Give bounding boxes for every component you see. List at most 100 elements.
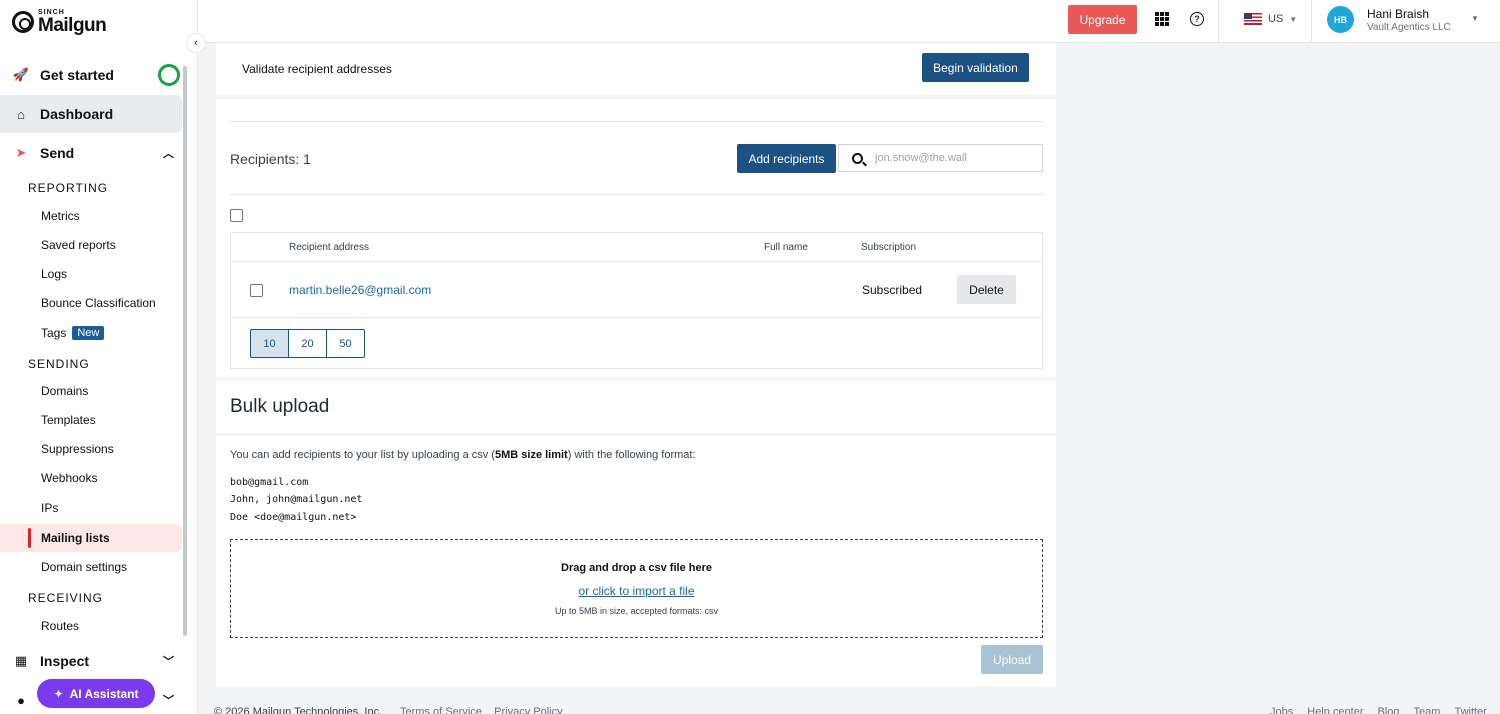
- top-header: Upgrade ? US ▼ HB Hani Braish Vault Agen…: [198, 0, 1500, 43]
- upgrade-button[interactable]: Upgrade: [1068, 5, 1137, 34]
- format-example: bob@gmail.com: [230, 477, 309, 488]
- sidebar-item-send[interactable]: ➤ Send ︿: [0, 134, 182, 172]
- divider: [230, 121, 1043, 122]
- page-size-selector: 10 20 50: [250, 329, 365, 358]
- ai-assistant-button[interactable]: ✦ AI Assistant: [37, 679, 155, 708]
- sidebar-item-webhooks[interactable]: Webhooks: [0, 464, 182, 492]
- csv-dropzone[interactable]: Drag and drop a csv file here or click t…: [230, 539, 1043, 638]
- sidebar: SINCH Mailgun 🚀 Get started ⌂ Dashboard …: [0, 0, 198, 714]
- sidebar-item-label: Get started: [40, 67, 114, 83]
- user-name[interactable]: Hani Braish: [1367, 7, 1429, 21]
- footer-right-links: Jobs Help center Blog Team Twitter: [1270, 706, 1487, 714]
- dropzone-title: Drag and drop a csv file here: [561, 562, 712, 574]
- apps-grid-icon[interactable]: [1155, 12, 1169, 26]
- select-all-checkbox[interactable]: [230, 209, 243, 222]
- section-header-receiving: RECEIVING: [28, 591, 104, 605]
- help-icon[interactable]: ?: [1190, 12, 1204, 26]
- footer-link-team[interactable]: Team: [1414, 706, 1441, 714]
- row-checkbox[interactable]: [250, 284, 263, 297]
- footer-link-help[interactable]: Help center: [1307, 706, 1363, 714]
- sidebar-item-ips[interactable]: IPs: [0, 494, 182, 522]
- section-header-sending: SENDING: [28, 357, 90, 371]
- paper-plane-icon: ➤: [15, 145, 27, 160]
- add-recipients-button[interactable]: Add recipients: [737, 144, 836, 173]
- sidebar-item-metrics[interactable]: Metrics: [0, 202, 182, 230]
- chevron-down-icon: ﹀: [163, 695, 174, 707]
- page-size-50[interactable]: 50: [326, 329, 365, 358]
- sidebar-item-label: Dashboard: [40, 106, 114, 122]
- sidebar-item-domain-settings[interactable]: Domain settings: [0, 553, 182, 581]
- sidebar-item-logs[interactable]: Logs: [0, 260, 182, 288]
- chevron-up-icon: ︿: [163, 148, 174, 160]
- sidebar-item-suppressions[interactable]: Suppressions: [0, 435, 182, 463]
- avatar[interactable]: HB: [1327, 6, 1354, 33]
- desc-text: You can add recipients to your list by u…: [230, 449, 495, 461]
- user-org: Vault Agentics LLC: [1367, 22, 1451, 33]
- sidebar-item-label: Suppressions: [41, 442, 114, 456]
- chevron-left-icon: ‹: [194, 37, 198, 49]
- divider: [230, 194, 1043, 195]
- caret-down-icon: ▼: [1289, 14, 1298, 24]
- begin-validation-button[interactable]: Begin validation: [922, 53, 1029, 82]
- sidebar-item-bounce-classification[interactable]: Bounce Classification: [0, 289, 182, 317]
- footer-link-blog[interactable]: Blog: [1378, 706, 1400, 714]
- globe-icon: ●: [17, 692, 25, 708]
- inspect-icon: ▦: [14, 653, 28, 668]
- caret-down-icon[interactable]: ▼: [1471, 14, 1479, 23]
- sidebar-item-label: Tags: [41, 326, 67, 340]
- row-divider: [231, 317, 1042, 318]
- footer-link-terms[interactable]: Terms of Service: [400, 706, 482, 714]
- chevron-down-icon: ﹀: [163, 656, 174, 668]
- bulk-upload-title: Bulk upload: [230, 396, 330, 417]
- page-size-10[interactable]: 10: [250, 329, 289, 358]
- section-header-reporting: REPORTING: [28, 181, 109, 195]
- collapse-sidebar-button[interactable]: ‹: [186, 33, 206, 53]
- region-selector[interactable]: US ▼: [1244, 13, 1297, 25]
- recipients-count: Recipients: 1: [230, 151, 311, 167]
- sidebar-item-label: Send: [40, 145, 75, 161]
- footer-link-twitter[interactable]: Twitter: [1454, 706, 1486, 714]
- footer-link-jobs[interactable]: Jobs: [1270, 706, 1293, 714]
- format-example: Doe <doe@mailgun.net>: [230, 512, 357, 523]
- sidebar-item-templates[interactable]: Templates: [0, 406, 182, 434]
- sidebar-item-label: Mailing lists: [41, 531, 110, 545]
- recipients-table: Recipient address Full name Subscription…: [230, 232, 1043, 369]
- us-flag-icon: [1244, 13, 1262, 25]
- sidebar-item-inspect[interactable]: ▦ Inspect ﹀: [0, 642, 182, 680]
- sidebar-scrollbar[interactable]: [183, 66, 187, 636]
- format-example: John, john@mailgun.net: [230, 494, 363, 505]
- progress-ring-icon: [158, 64, 180, 86]
- recipient-address-link[interactable]: martin.belle26@gmail.com: [289, 283, 431, 297]
- mailgun-logo[interactable]: SINCH Mailgun: [12, 9, 107, 36]
- logo-name-text: Mailgun: [38, 15, 107, 36]
- column-header-full-name: Full name: [764, 242, 808, 253]
- bulk-upload-section: Bulk upload You can add recipients to yo…: [216, 381, 1056, 687]
- search-input[interactable]: [875, 152, 1035, 164]
- sidebar-item-saved-reports[interactable]: Saved reports: [0, 231, 182, 259]
- import-file-link[interactable]: or click to import a file: [231, 584, 1042, 598]
- sidebar-item-domains[interactable]: Domains: [0, 377, 182, 405]
- sidebar-item-routes[interactable]: Routes: [0, 612, 182, 640]
- sidebar-item-tags[interactable]: Tags New: [0, 319, 182, 347]
- page-size-20[interactable]: 20: [288, 329, 327, 358]
- row-divider: [231, 261, 1042, 262]
- ai-assistant-label: AI Assistant: [69, 686, 139, 701]
- sidebar-item-label: Webhooks: [41, 471, 98, 485]
- sidebar-item-mailing-lists[interactable]: Mailing lists: [0, 524, 182, 552]
- sidebar-item-label: Inspect: [40, 653, 90, 669]
- sidebar-item-label: Logs: [41, 267, 68, 281]
- sidebar-item-label: Domain settings: [41, 560, 128, 574]
- recipients-section: Recipients: 1 Add recipients Recipient a…: [216, 99, 1056, 377]
- footer-links: Terms of Service Privacy Policy: [400, 706, 563, 714]
- sidebar-item-label: Domains: [41, 384, 89, 398]
- column-header-subscription: Subscription: [861, 242, 917, 253]
- sidebar-item-label: Saved reports: [41, 238, 116, 252]
- footer-copyright: © 2026 Mailgun Technologies, Inc.: [214, 706, 383, 714]
- upload-button[interactable]: Upload: [981, 645, 1043, 674]
- new-badge: New: [72, 326, 105, 340]
- recipient-search[interactable]: [838, 144, 1043, 172]
- footer-link-privacy[interactable]: Privacy Policy: [494, 706, 562, 714]
- delete-button[interactable]: Delete: [957, 275, 1016, 304]
- sidebar-item-dashboard[interactable]: ⌂ Dashboard: [0, 95, 182, 133]
- sidebar-item-get-started[interactable]: 🚀 Get started: [0, 56, 182, 94]
